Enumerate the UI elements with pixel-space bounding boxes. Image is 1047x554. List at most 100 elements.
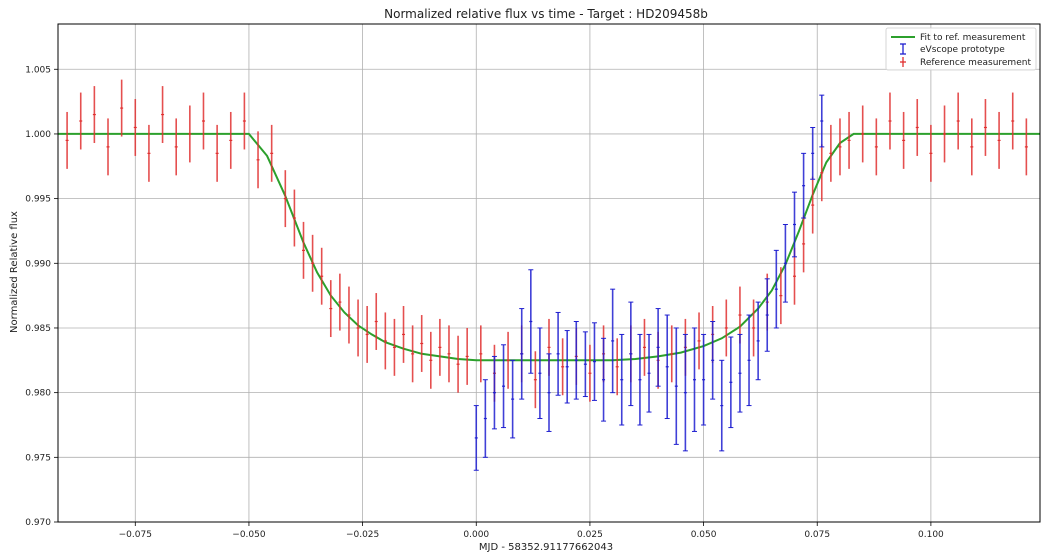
evscope-point bbox=[537, 327, 543, 420]
x-tick-label: −0.075 bbox=[119, 530, 152, 540]
reference-point bbox=[1024, 118, 1028, 176]
reference-point bbox=[174, 118, 178, 176]
reference-point bbox=[383, 312, 387, 370]
reference-point bbox=[374, 293, 378, 350]
reference-point bbox=[438, 318, 442, 376]
reference-point bbox=[229, 111, 233, 169]
reference-points bbox=[65, 79, 1028, 409]
reference-point bbox=[347, 286, 351, 344]
evscope-point bbox=[646, 333, 652, 413]
evscope-point bbox=[810, 126, 816, 180]
evscope-point bbox=[746, 314, 752, 407]
reference-point bbox=[506, 331, 510, 389]
reference-point bbox=[188, 105, 192, 163]
evscope-point bbox=[619, 333, 625, 426]
x-tick-label: 0.050 bbox=[691, 530, 717, 540]
reference-point bbox=[956, 92, 960, 150]
reference-point bbox=[820, 144, 824, 202]
reference-point bbox=[65, 111, 69, 169]
y-tick-label: 0.990 bbox=[25, 259, 51, 269]
evscope-point bbox=[519, 308, 525, 400]
reference-point bbox=[356, 299, 360, 357]
reference-point bbox=[983, 99, 987, 156]
legend-evscope-label: eVscope prototype bbox=[920, 45, 1005, 55]
reference-point bbox=[79, 92, 83, 150]
grid bbox=[58, 24, 1040, 523]
reference-point bbox=[338, 273, 342, 331]
x-tick-label: 0.025 bbox=[577, 530, 603, 540]
x-axis-label: MJD - 58352.91177662043 bbox=[479, 542, 613, 553]
reference-point bbox=[915, 99, 919, 156]
evscope-point bbox=[728, 336, 734, 429]
evscope-point bbox=[701, 333, 707, 426]
x-tick-label: 0.100 bbox=[918, 530, 944, 540]
evscope-point bbox=[501, 344, 507, 429]
reference-point bbox=[588, 344, 592, 402]
legend-reference-label: Reference measurement bbox=[920, 58, 1031, 68]
y-tick-label: 0.985 bbox=[25, 324, 51, 334]
reference-point bbox=[642, 318, 646, 376]
reference-point bbox=[861, 105, 865, 163]
reference-point bbox=[365, 305, 369, 363]
evscope-point bbox=[582, 331, 588, 398]
legend: Fit to ref. measurement eVscope prototyp… bbox=[885, 27, 1037, 71]
reference-point bbox=[242, 92, 246, 150]
reference-point bbox=[256, 131, 260, 189]
reference-point bbox=[120, 79, 124, 137]
legend-fit-label: Fit to ref. measurement bbox=[920, 33, 1026, 43]
evscope-point bbox=[555, 311, 561, 396]
evscope-point bbox=[819, 94, 825, 148]
plot-frame bbox=[57, 23, 1041, 523]
reference-point bbox=[670, 325, 674, 383]
reference-point bbox=[465, 327, 469, 385]
reference-point bbox=[838, 118, 842, 176]
y-tick-label: 0.975 bbox=[25, 453, 51, 463]
reference-point bbox=[724, 299, 728, 357]
y-ticks: 0.970 0.975 0.980 0.985 0.990 0.995 1.000 1.005 bbox=[25, 65, 58, 528]
reference-point bbox=[292, 189, 296, 247]
evscope-point bbox=[510, 359, 516, 439]
evscope-point bbox=[601, 337, 607, 422]
x-tick-label: 0.075 bbox=[804, 530, 830, 540]
y-axis-label: Normalized Relative flux bbox=[9, 211, 20, 333]
evscope-point bbox=[773, 249, 779, 329]
reference-point bbox=[970, 118, 974, 176]
evscope-point bbox=[801, 152, 807, 219]
reference-point bbox=[320, 247, 324, 305]
reference-point bbox=[752, 299, 756, 357]
reference-point bbox=[420, 315, 424, 372]
reference-point bbox=[302, 221, 305, 279]
chart-canvas: Normalized relative flux vs time - Targe… bbox=[9, 7, 1041, 553]
reference-point bbox=[311, 234, 315, 292]
y-tick-label: 0.980 bbox=[25, 389, 51, 399]
evscope-point bbox=[710, 321, 716, 400]
x-tick-label: 0.000 bbox=[463, 530, 489, 540]
reference-point bbox=[902, 111, 906, 169]
reference-point bbox=[411, 325, 415, 383]
reference-point bbox=[997, 111, 1001, 169]
reference-point bbox=[943, 105, 947, 163]
evscope-point bbox=[628, 301, 634, 407]
chart-title: Normalized relative flux vs time - Targe… bbox=[384, 7, 708, 21]
evscope-point bbox=[591, 322, 597, 401]
y-tick-label: 0.995 bbox=[25, 195, 51, 205]
reference-point bbox=[874, 118, 878, 176]
reference-point bbox=[429, 331, 433, 389]
reference-point bbox=[811, 176, 815, 234]
reference-point bbox=[829, 124, 833, 182]
evscope-point bbox=[655, 308, 661, 387]
y-tick-label: 1.005 bbox=[25, 65, 51, 75]
x-tick-label: −0.025 bbox=[346, 530, 379, 540]
y-tick-label: 0.970 bbox=[25, 518, 51, 528]
reference-point bbox=[329, 280, 333, 338]
reference-point bbox=[283, 170, 287, 228]
reference-point bbox=[888, 92, 892, 150]
reference-point bbox=[697, 312, 701, 370]
x-tick-label: −0.050 bbox=[232, 530, 266, 540]
evscope-point bbox=[528, 269, 534, 374]
evscope-points bbox=[473, 94, 825, 471]
reference-point bbox=[456, 335, 460, 393]
evscope-point bbox=[664, 314, 670, 420]
reference-point bbox=[847, 111, 851, 169]
x-ticks: −0.075 −0.050 −0.025 0.000 0.025 0.050 0.075 0.… bbox=[119, 522, 944, 540]
